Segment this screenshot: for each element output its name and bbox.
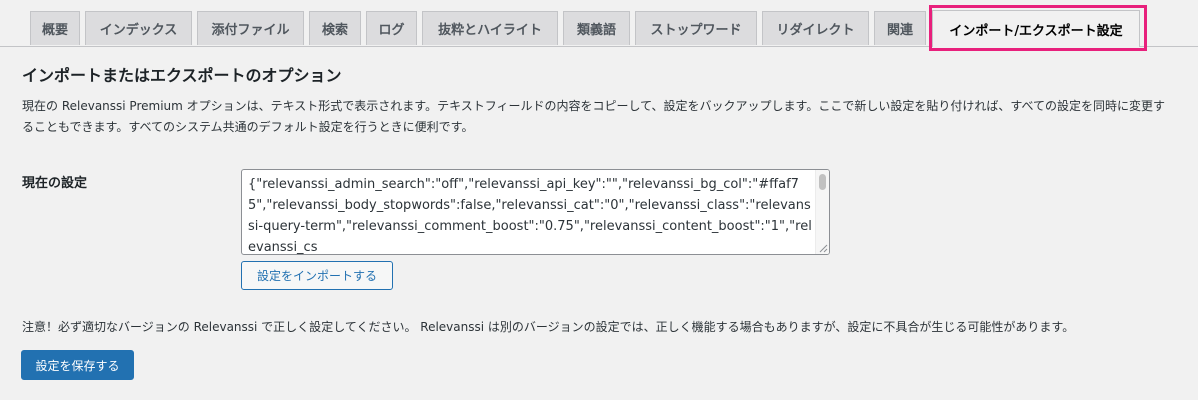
resize-handle-icon[interactable]: [819, 244, 828, 253]
tab-related[interactable]: 関連: [874, 11, 926, 45]
tab-stopwords[interactable]: ストップワード: [635, 11, 757, 45]
textarea-scrollbar[interactable]: [815, 170, 829, 254]
tab-attachments[interactable]: 添付ファイル: [197, 11, 304, 45]
current-settings-textarea[interactable]: {"relevanssi_admin_search":"off","releva…: [241, 169, 830, 255]
current-settings-value: {"relevanssi_admin_search":"off","releva…: [248, 177, 812, 255]
tab-synonyms[interactable]: 類義語: [563, 11, 630, 45]
textarea-scroll-thumb[interactable]: [819, 174, 826, 190]
tab-import-export[interactable]: インポート/エクスポート設定: [932, 10, 1140, 47]
tab-excerpts-highlights[interactable]: 抜粋とハイライト: [422, 11, 558, 45]
tab-search[interactable]: 検索: [309, 11, 361, 45]
settings-tab-bar: 概要 インデックス 添付ファイル 検索 ログ 抜粋とハイライト 類義語 ストップ…: [0, 0, 1198, 47]
import-settings-button[interactable]: 設定をインポートする: [241, 261, 393, 290]
section-description: 現在の Relevanssi Premium オプションは、テキスト形式で表示さ…: [22, 99, 1166, 134]
compatibility-notice: 注意！必ず適切なバージョンの Relevanssi で正しく設定してください。 …: [22, 320, 1075, 334]
tab-overview[interactable]: 概要: [30, 11, 80, 45]
tab-logs[interactable]: ログ: [366, 11, 417, 45]
tab-indexing[interactable]: インデックス: [85, 11, 192, 45]
save-settings-button[interactable]: 設定を保存する: [21, 350, 134, 380]
tab-redirects[interactable]: リダイレクト: [762, 11, 869, 45]
page-title: インポートまたはエクスポートのオプション: [22, 66, 342, 85]
current-settings-label: 現在の設定: [22, 176, 88, 191]
